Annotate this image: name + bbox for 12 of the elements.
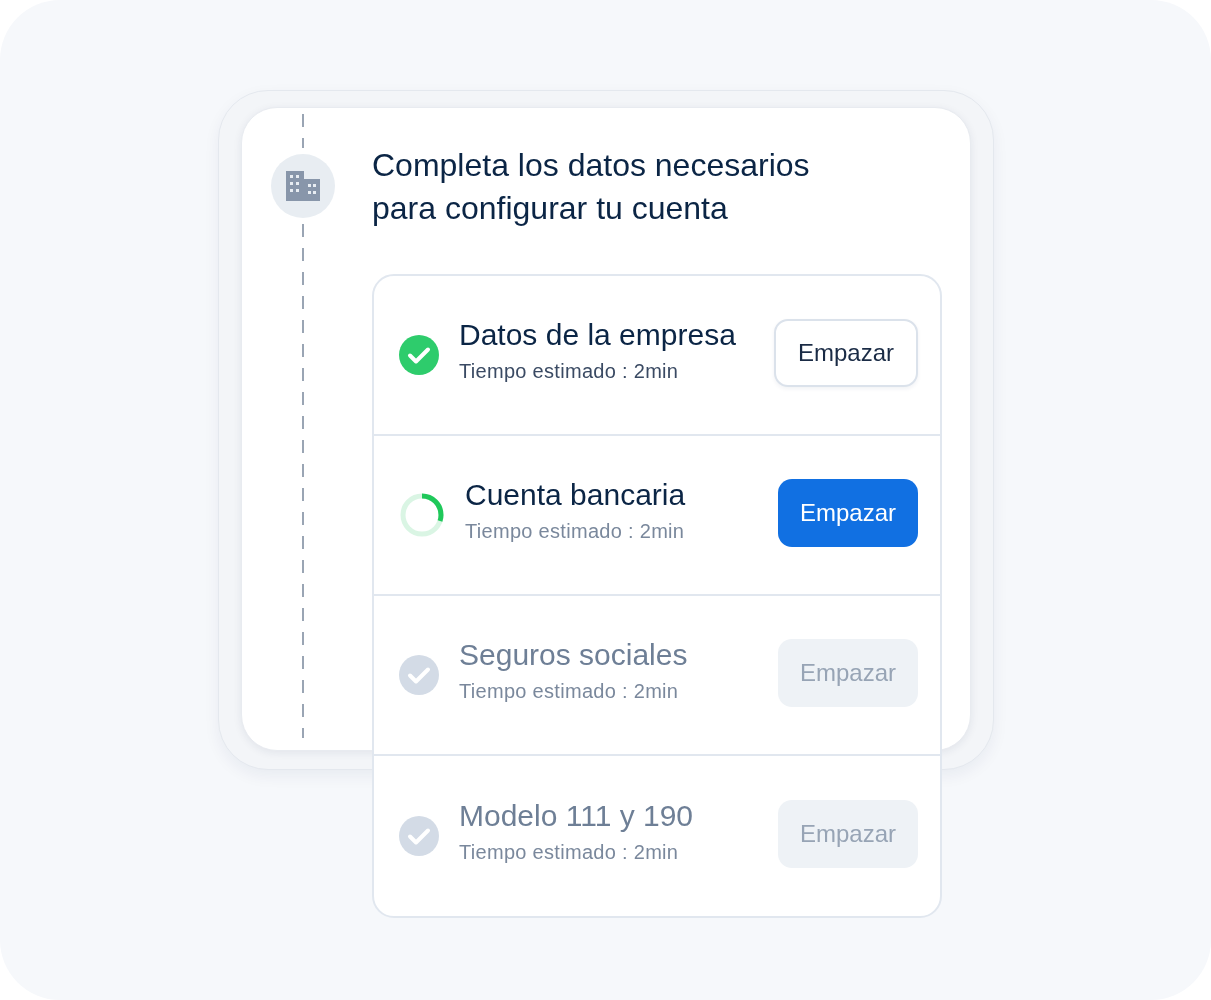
start-button[interactable]: Empazar — [774, 319, 918, 387]
estimated-time: Tiempo estimado : 2min — [465, 519, 686, 543]
start-button[interactable]: Empazar — [778, 479, 918, 547]
task-title: Seguros sociales — [459, 637, 689, 672]
estimated-time: Tiempo estimado : 2min — [459, 679, 680, 703]
task-title: Cuenta bancaria — [465, 477, 687, 512]
estimated-time: Tiempo estimado : 2min — [459, 359, 680, 383]
task-title: Modelo 111 y 190 — [459, 798, 695, 833]
estimated-time: Tiempo estimado : 2min — [459, 840, 680, 864]
setup-heading: Completa los datos necesarios para configurar tu cuenta — [372, 146, 811, 228]
building-icon — [286, 171, 320, 201]
task-title: Datos de la empresa — [459, 317, 737, 352]
